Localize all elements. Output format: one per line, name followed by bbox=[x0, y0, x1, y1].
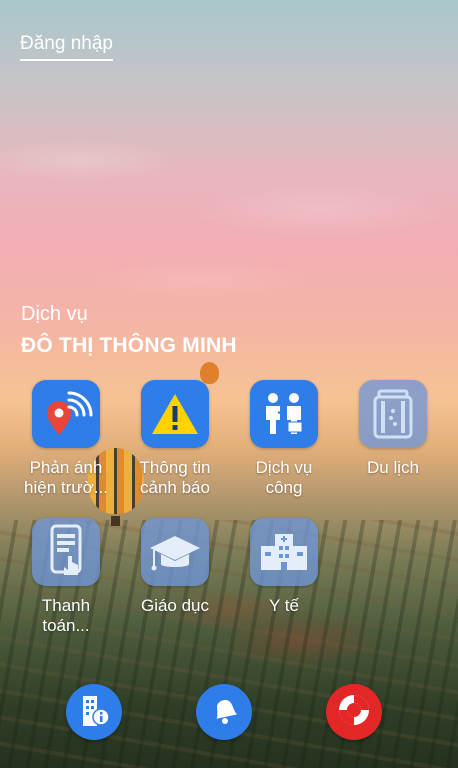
login-link[interactable]: Đăng nhập bbox=[20, 33, 113, 61]
section-subtitle: Dịch vụ bbox=[21, 303, 88, 325]
emergency-sos-button[interactable] bbox=[326, 684, 382, 740]
public-service-icon bbox=[250, 380, 318, 448]
luggage-icon bbox=[359, 380, 427, 448]
service-label: Y tế bbox=[269, 596, 299, 615]
payment-phone-icon bbox=[32, 518, 100, 586]
building-info-icon bbox=[77, 692, 111, 733]
hospital-icon bbox=[250, 518, 318, 586]
section-title: ĐÔ THỊ THÔNG MINH bbox=[21, 334, 237, 357]
location-signal-icon bbox=[32, 380, 100, 448]
service-label: Thông tin cảnh báo bbox=[139, 458, 211, 497]
notifications-button[interactable] bbox=[196, 684, 252, 740]
service-tile-alerts[interactable]: Thông tin cảnh báo bbox=[121, 380, 229, 498]
service-tile-public-service[interactable]: Dịch vụ công bbox=[230, 380, 338, 498]
graduation-cap-icon bbox=[141, 518, 209, 586]
home-screen: Đăng nhập Dịch vụ ĐÔ THỊ THÔNG MINH Phản… bbox=[0, 0, 458, 768]
service-tile-education[interactable]: Giáo dục bbox=[121, 518, 229, 616]
service-label: Dịch vụ công bbox=[255, 458, 313, 497]
service-tile-payment[interactable]: Thanh toán... bbox=[12, 518, 120, 636]
service-tile-feedback[interactable]: Phản ánh hiện trườ... bbox=[12, 380, 120, 498]
service-tile-health[interactable]: Y tế bbox=[230, 518, 338, 616]
bell-icon bbox=[207, 693, 241, 732]
lifebuoy-icon bbox=[335, 691, 373, 734]
service-label: Giáo dục bbox=[140, 596, 210, 615]
city-info-button[interactable] bbox=[66, 684, 122, 740]
service-label: Thanh toán... bbox=[41, 596, 91, 635]
service-label: Du lịch bbox=[367, 458, 419, 477]
background-clouds bbox=[0, 120, 458, 320]
warning-icon bbox=[141, 380, 209, 448]
service-label: Phản ánh hiện trườ... bbox=[24, 458, 108, 497]
service-tile-tourism[interactable]: Du lịch bbox=[339, 380, 447, 478]
